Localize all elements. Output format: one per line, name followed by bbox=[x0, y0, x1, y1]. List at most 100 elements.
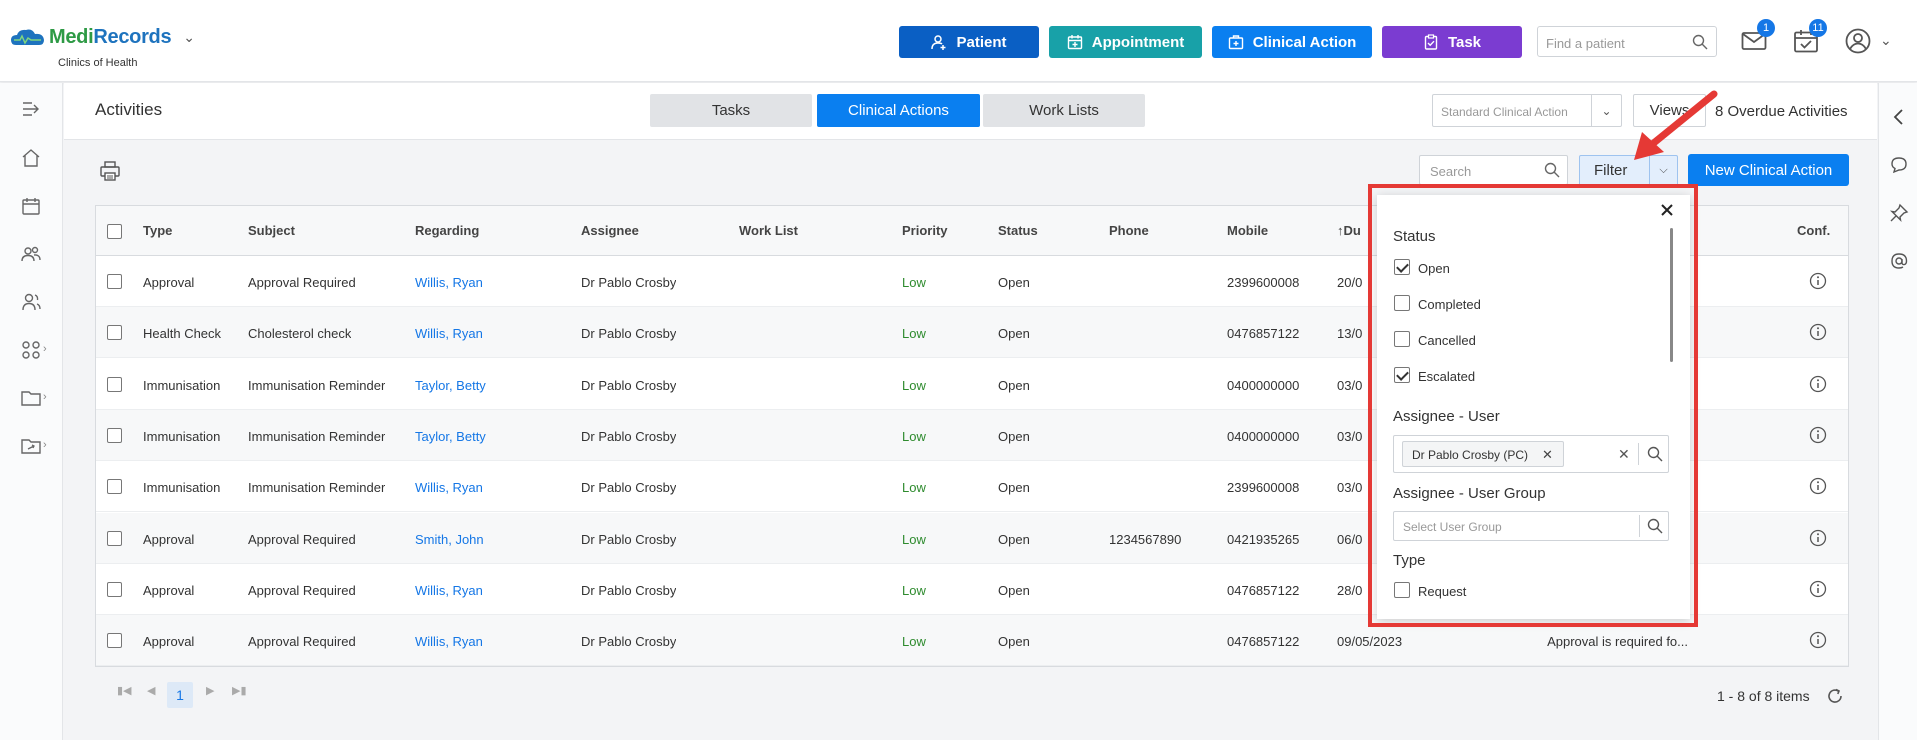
info-icon[interactable] bbox=[1809, 323, 1827, 341]
info-icon[interactable] bbox=[1809, 529, 1827, 547]
row-checkbox[interactable] bbox=[107, 274, 122, 289]
cell-regarding[interactable]: Taylor, Betty bbox=[415, 429, 486, 444]
patients-icon[interactable] bbox=[20, 243, 42, 265]
new-task-button[interactable]: Task bbox=[1382, 26, 1522, 58]
cell-status: Open bbox=[998, 531, 1030, 547]
mail-button[interactable]: 1 bbox=[1741, 19, 1775, 54]
select-all-checkbox[interactable] bbox=[107, 224, 122, 239]
row-checkbox[interactable] bbox=[107, 633, 122, 649]
col-conf[interactable]: Conf. bbox=[1797, 223, 1830, 238]
cell-subject: Approval Required bbox=[248, 531, 356, 547]
view-select[interactable]: Standard Clinical Action ⌄ bbox=[1432, 94, 1622, 127]
chat-icon[interactable] bbox=[1889, 155, 1909, 175]
row-checkbox[interactable] bbox=[107, 530, 122, 546]
cell-regarding[interactable]: Willis, Ryan bbox=[415, 275, 483, 290]
tasks-button[interactable]: 11 bbox=[1793, 19, 1827, 54]
info-icon[interactable] bbox=[1809, 426, 1827, 444]
refresh-icon[interactable] bbox=[1826, 687, 1844, 705]
new-patient-button[interactable]: Patient bbox=[899, 26, 1039, 58]
folder-share-icon[interactable] bbox=[20, 435, 42, 457]
col-regarding[interactable]: Regarding bbox=[415, 223, 479, 238]
cell-assignee: Dr Pablo Crosby bbox=[581, 326, 677, 342]
chevron-down-icon[interactable]: ⌄ bbox=[183, 29, 195, 46]
cell-assignee: Dr Pablo Crosby bbox=[581, 634, 677, 650]
users-icon[interactable] bbox=[20, 291, 42, 313]
col-status[interactable]: Status bbox=[998, 223, 1038, 238]
tab-work-lists[interactable]: Work Lists bbox=[983, 94, 1145, 127]
col-mobile[interactable]: Mobile bbox=[1227, 223, 1268, 238]
cell-assignee: Dr Pablo Crosby bbox=[581, 377, 677, 393]
activities-search-input[interactable]: Search bbox=[1419, 155, 1568, 185]
search-icon[interactable] bbox=[1692, 34, 1708, 50]
tab-tasks[interactable]: Tasks bbox=[650, 94, 812, 127]
cell-priority: Low bbox=[902, 582, 926, 598]
activities-bar: Activities Tasks Clinical Actions Work L… bbox=[64, 83, 1877, 140]
cell-assignee: Dr Pablo Crosby bbox=[581, 582, 677, 598]
expand-menu-icon[interactable] bbox=[20, 98, 42, 120]
annotation-highlight-box bbox=[1368, 184, 1698, 627]
info-icon[interactable] bbox=[1809, 375, 1827, 393]
row-checkbox[interactable] bbox=[107, 325, 122, 341]
col-type[interactable]: Type bbox=[143, 223, 172, 238]
cell-mobile: 0400000000 bbox=[1227, 428, 1300, 444]
col-due[interactable]: ↑Du bbox=[1337, 223, 1361, 238]
cell-due: 09/05/2023 bbox=[1337, 634, 1403, 650]
cell-mobile: 0476857122 bbox=[1227, 582, 1300, 598]
cell-assignee: Dr Pablo Crosby bbox=[581, 480, 677, 496]
cell-regarding[interactable]: Willis, Ryan bbox=[415, 480, 483, 495]
prev-page-icon[interactable]: ◀ bbox=[147, 684, 155, 697]
chevron-right-icon[interactable]: › bbox=[43, 343, 47, 355]
tab-clinical-actions[interactable]: Clinical Actions bbox=[817, 94, 980, 127]
new-clinical-action-button[interactable]: Clinical Action bbox=[1212, 26, 1372, 58]
info-icon[interactable] bbox=[1809, 580, 1827, 598]
cell-due: 20/0 bbox=[1337, 275, 1363, 290]
cell-regarding[interactable]: Willis, Ryan bbox=[415, 583, 483, 598]
search-icon[interactable] bbox=[1544, 162, 1560, 178]
pin-icon[interactable] bbox=[1889, 203, 1909, 223]
chevron-right-icon[interactable]: › bbox=[43, 391, 47, 403]
col-work-list[interactable]: Work List bbox=[739, 223, 798, 238]
cell-assignee: Dr Pablo Crosby bbox=[581, 531, 677, 547]
home-icon[interactable] bbox=[20, 147, 42, 169]
col-phone[interactable]: Phone bbox=[1109, 223, 1149, 238]
first-page-icon[interactable]: ▮◀ bbox=[117, 684, 132, 697]
new-appointment-button[interactable]: Appointment bbox=[1049, 26, 1202, 58]
apps-icon[interactable] bbox=[20, 339, 42, 361]
row-checkbox[interactable] bbox=[107, 427, 122, 443]
last-page-icon[interactable]: ▶▮ bbox=[232, 684, 247, 697]
find-patient-input[interactable]: Find a patient bbox=[1537, 26, 1717, 57]
row-checkbox[interactable] bbox=[107, 479, 122, 495]
cell-subject: Immunisation Reminder bbox=[248, 480, 386, 496]
cell-type: Immunisation bbox=[143, 480, 221, 496]
calendar-plus-icon bbox=[1067, 35, 1082, 50]
info-icon[interactable] bbox=[1809, 631, 1827, 649]
print-icon[interactable] bbox=[99, 160, 121, 182]
col-assignee[interactable]: Assignee bbox=[581, 223, 639, 238]
row-checkbox[interactable] bbox=[107, 581, 122, 597]
info-icon[interactable] bbox=[1809, 272, 1827, 290]
chevron-down-icon[interactable]: ⌄ bbox=[1880, 32, 1892, 49]
overdue-count[interactable]: 8 Overdue Activities bbox=[1715, 103, 1848, 120]
user-menu-button[interactable] bbox=[1845, 28, 1871, 54]
cell-regarding[interactable]: Willis, Ryan bbox=[415, 326, 483, 341]
info-icon[interactable] bbox=[1809, 477, 1827, 495]
clinic-name: Clinics of Health bbox=[58, 57, 138, 69]
cell-regarding[interactable]: Smith, John bbox=[415, 532, 484, 547]
at-mention-icon[interactable] bbox=[1889, 251, 1909, 271]
row-checkbox[interactable] bbox=[107, 376, 122, 392]
col-subject[interactable]: Subject bbox=[248, 223, 295, 238]
collapse-left-icon[interactable] bbox=[1889, 107, 1909, 127]
cell-due: 06/0 bbox=[1337, 531, 1363, 547]
cell-regarding[interactable]: Taylor, Betty bbox=[415, 378, 486, 393]
app-logo[interactable]: MediRecords ⌄ bbox=[10, 26, 195, 49]
cell-priority: Low bbox=[902, 377, 926, 393]
chevron-right-icon[interactable]: › bbox=[43, 439, 47, 451]
chevron-down-icon[interactable]: ⌄ bbox=[1591, 95, 1621, 126]
col-priority[interactable]: Priority bbox=[902, 223, 948, 238]
folder-icon[interactable] bbox=[20, 387, 42, 409]
calendar-icon[interactable] bbox=[20, 195, 42, 217]
next-page-icon[interactable]: ▶ bbox=[206, 684, 214, 697]
cell-type: Approval bbox=[143, 634, 195, 650]
page-number-button[interactable]: 1 bbox=[167, 682, 193, 708]
cell-regarding[interactable]: Willis, Ryan bbox=[415, 634, 483, 649]
